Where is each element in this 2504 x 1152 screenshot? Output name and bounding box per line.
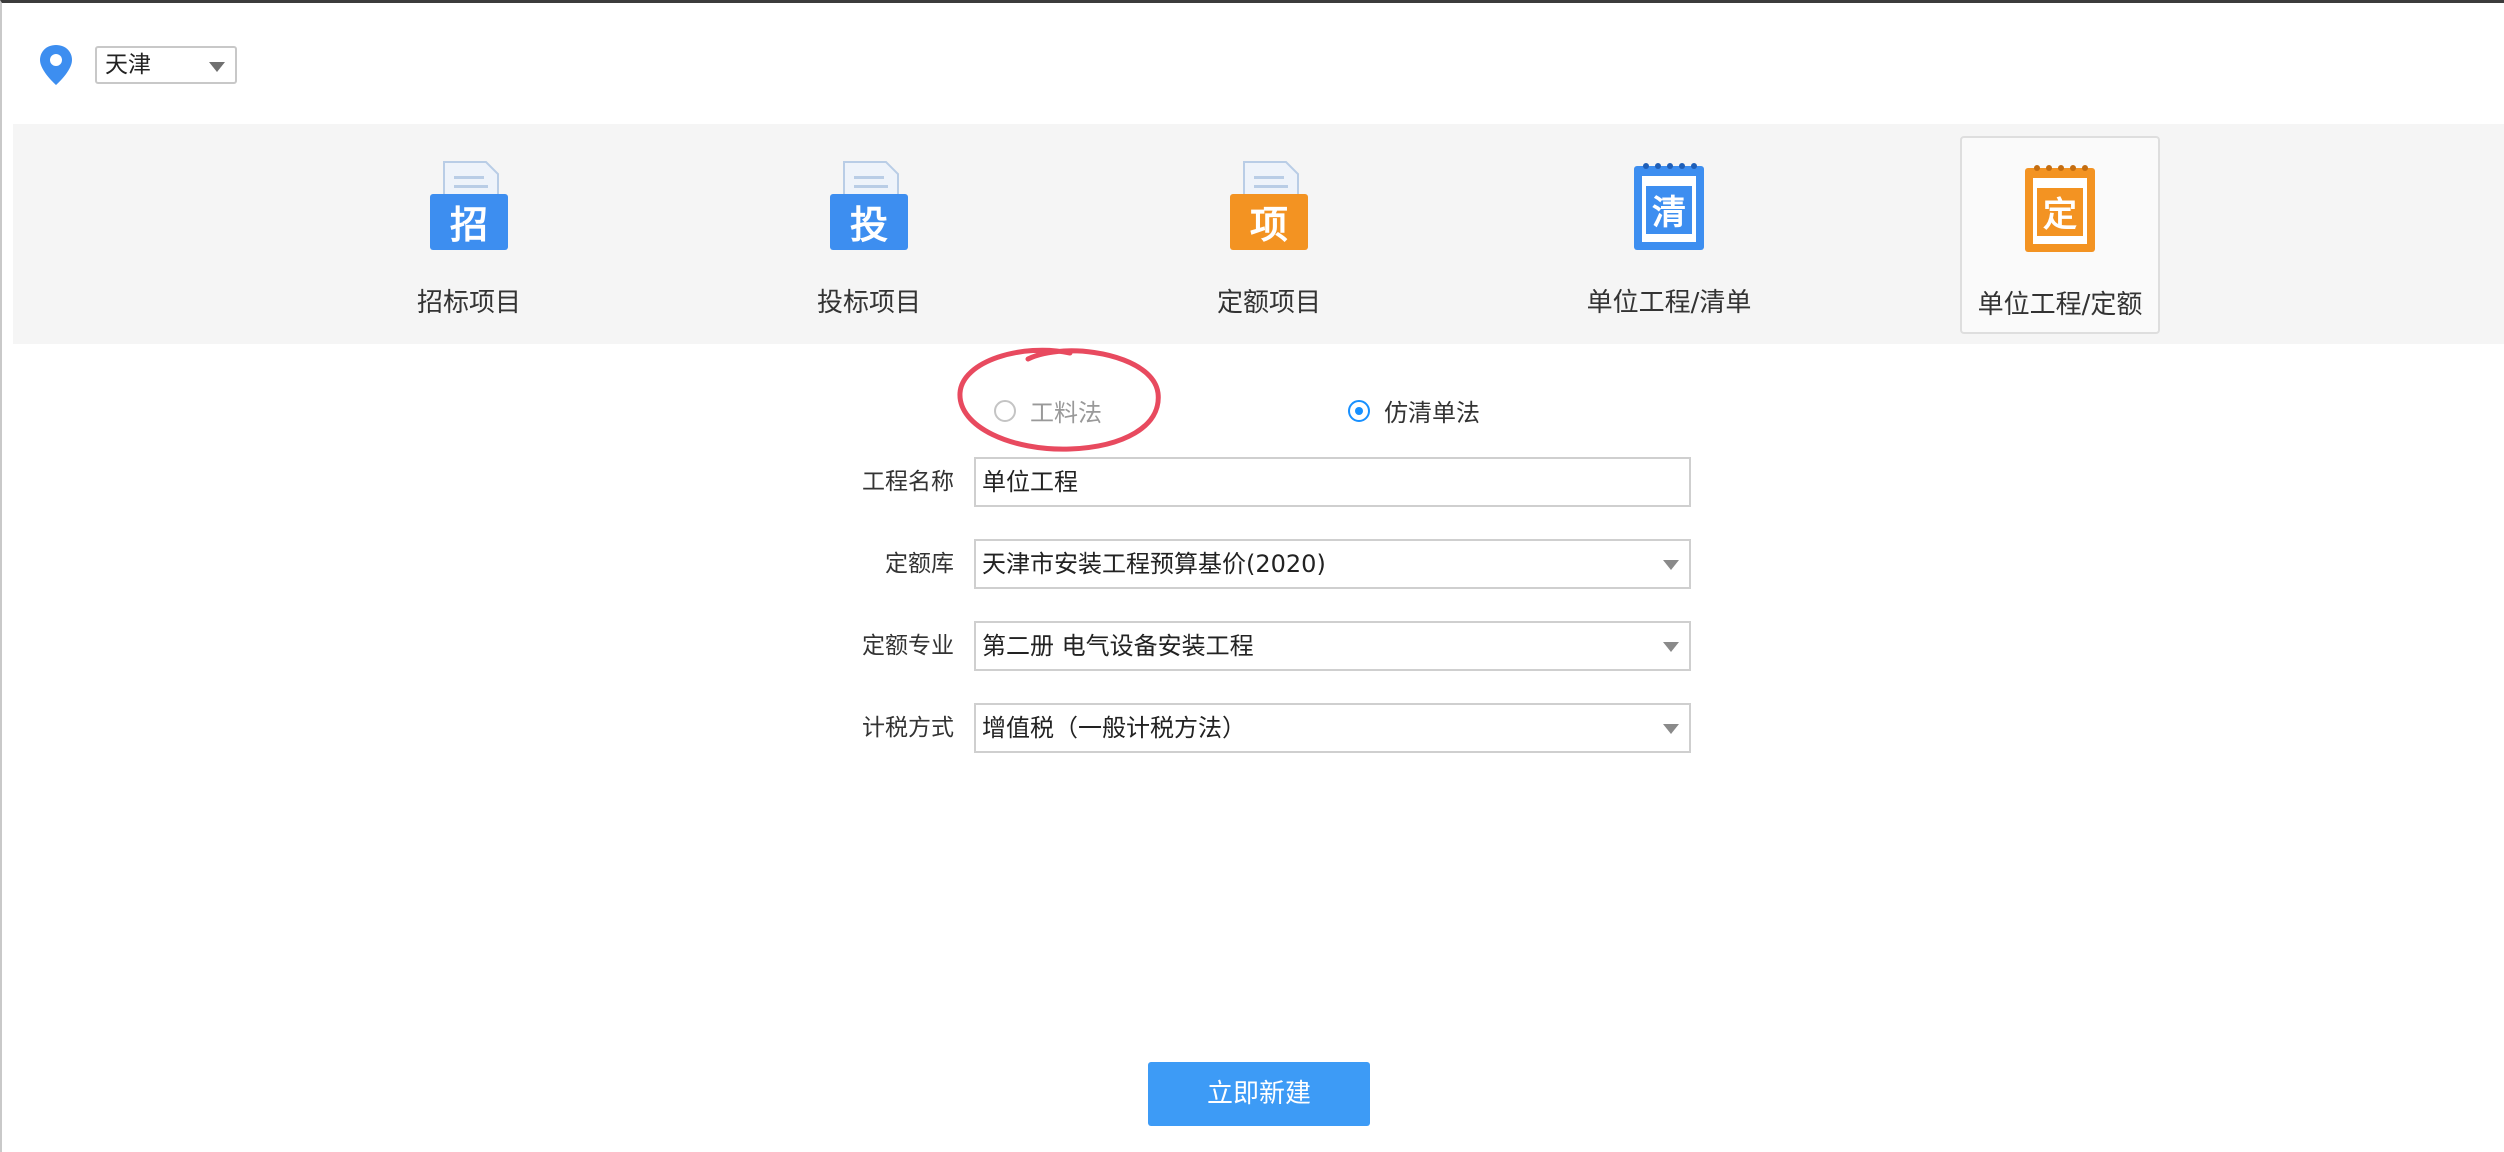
project-name-value: 单位工程 bbox=[982, 468, 1078, 496]
project-type-unit-bill[interactable]: 清 单位工程/清单 bbox=[1569, 136, 1769, 334]
annotation-circle-mark bbox=[957, 347, 1161, 452]
type-icon-text: 清 bbox=[1652, 193, 1686, 233]
quota-specialty-value: 第二册 电气设备安装工程 bbox=[982, 632, 1254, 660]
region-bar: 天津 bbox=[37, 43, 237, 87]
tax-method-select[interactable]: 增值税（一般计税方法） bbox=[974, 703, 1691, 753]
project-type-bid-invitation[interactable]: 招 招标项目 bbox=[369, 136, 569, 334]
chevron-down-icon bbox=[1663, 642, 1679, 652]
quota-project-doc-icon: 项 bbox=[1230, 161, 1308, 250]
radio-label: 仿清单法 bbox=[1384, 399, 1480, 427]
type-icon-text: 招 bbox=[450, 203, 488, 247]
project-type-quota-project[interactable]: 项 定额项目 bbox=[1169, 136, 1369, 334]
project-type-strip: 招 招标项目 投 投标项目 项 定额项目 清 单位工程/清单 定 单位工程/定额 bbox=[13, 124, 2504, 344]
form-row-project-name: 工程名称 单位工程 bbox=[802, 457, 1702, 507]
quota-library-label: 定额库 bbox=[885, 551, 954, 577]
project-type-label: 单位工程/定额 bbox=[1977, 290, 2143, 320]
type-icon-text: 投 bbox=[850, 203, 888, 247]
location-pin-icon bbox=[40, 45, 72, 85]
chevron-down-icon bbox=[1663, 724, 1679, 734]
chevron-down-icon bbox=[1663, 560, 1679, 570]
project-type-label: 定额项目 bbox=[1216, 288, 1321, 318]
create-now-button[interactable]: 立即新建 bbox=[1148, 1062, 1370, 1126]
project-name-input[interactable]: 单位工程 bbox=[974, 457, 1691, 507]
quota-specialty-select[interactable]: 第二册 电气设备安装工程 bbox=[974, 621, 1691, 671]
bill-notebook-icon: 清 bbox=[1634, 163, 1704, 250]
chevron-down-icon bbox=[209, 62, 225, 72]
form-row-quota-specialty: 定额专业 第二册 电气设备安装工程 bbox=[802, 621, 1702, 671]
type-icon-text: 项 bbox=[1250, 203, 1288, 247]
form-row-quota-library: 定额库 天津市安装工程预算基价(2020) bbox=[802, 539, 1702, 589]
form-row-tax-method: 计税方式 增值税（一般计税方法） bbox=[802, 703, 1702, 753]
project-type-label: 投标项目 bbox=[816, 288, 921, 318]
app-window: 天津 招 招标项目 投 投标项目 项 定额项目 清 单位工程/清单 定 单位工程… bbox=[0, 0, 2504, 1152]
bid-invitation-doc-icon: 招 bbox=[430, 161, 508, 250]
type-icon-text: 定 bbox=[2043, 195, 2077, 235]
region-select[interactable]: 天津 bbox=[95, 46, 237, 84]
tax-method-label: 计税方式 bbox=[862, 715, 954, 741]
quota-specialty-label: 定额专业 bbox=[862, 633, 954, 659]
project-type-label: 单位工程/清单 bbox=[1586, 288, 1752, 318]
quota-notebook-icon: 定 bbox=[2025, 165, 2095, 252]
project-type-label: 招标项目 bbox=[416, 288, 521, 318]
region-select-value: 天津 bbox=[105, 52, 151, 78]
project-type-unit-quota[interactable]: 定 单位工程/定额 bbox=[1960, 136, 2160, 334]
quota-library-select[interactable]: 天津市安装工程预算基价(2020) bbox=[974, 539, 1691, 589]
project-type-bid-submission[interactable]: 投 投标项目 bbox=[769, 136, 969, 334]
mode-radio-option2[interactable]: 仿清单法 bbox=[1348, 393, 1480, 428]
tax-method-value: 增值税（一般计税方法） bbox=[982, 714, 1246, 742]
quota-library-value: 天津市安装工程预算基价(2020) bbox=[982, 550, 1326, 578]
radio-checked[interactable] bbox=[1348, 399, 1370, 422]
project-name-label: 工程名称 bbox=[862, 469, 954, 495]
bid-submission-doc-icon: 投 bbox=[830, 161, 908, 250]
